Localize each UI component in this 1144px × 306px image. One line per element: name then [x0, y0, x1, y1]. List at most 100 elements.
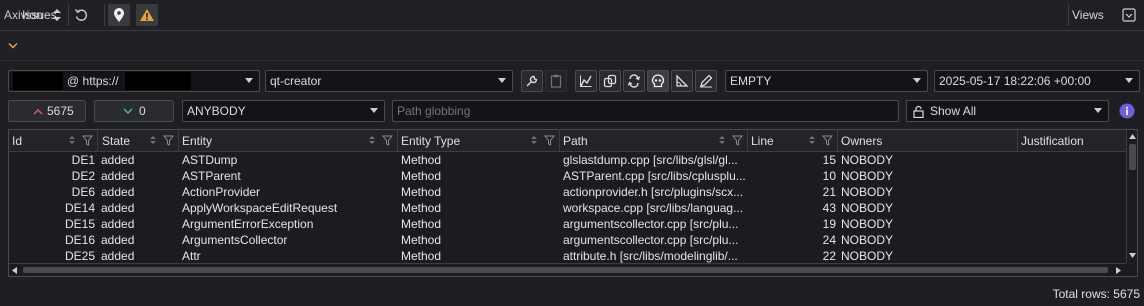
date-select[interactable]: 2025-05-17 18:22:06 +00:00 [934, 70, 1140, 92]
owner-select-label: ANYBODY [187, 104, 246, 118]
chevron-down-icon [245, 78, 253, 83]
info-icon [1119, 103, 1135, 119]
cell-owners: NOBODY [841, 249, 894, 263]
cell-entity: ASTDump [182, 153, 238, 167]
clipboard-icon [550, 74, 562, 88]
path-globbing-input[interactable] [392, 100, 899, 122]
table-row[interactable]: DE15 added ArgumentErrorException Method arg… [9, 216, 1126, 232]
sort-arrows-icon[interactable] [808, 135, 816, 145]
cell-entity-type: Method [401, 233, 442, 247]
cell-owners: NOBODY [841, 233, 894, 247]
cell-id: DE25 [64, 249, 95, 263]
vertical-scroll-thumb[interactable] [1129, 144, 1136, 170]
column-header-owners[interactable]: Owners [838, 130, 1018, 151]
tool-settings-button[interactable] [521, 70, 543, 92]
reload-button[interactable] [72, 6, 90, 24]
duplicate-button[interactable] [599, 70, 621, 92]
cell-entity: Attr [182, 249, 201, 263]
cell-entity-type: Method [401, 153, 442, 167]
chevron-down-icon [1094, 108, 1102, 113]
chevron-down-icon[interactable] [8, 42, 18, 50]
scroll-left-arrow-icon[interactable] [12, 267, 17, 274]
cell-owners: NOBODY [841, 217, 894, 231]
vertical-scrollbar[interactable] [1126, 130, 1137, 263]
total-rows-status: Total rows: 5675 [1052, 287, 1140, 301]
column-header-state[interactable]: State [98, 130, 179, 151]
top-toolbar [0, 0, 1144, 31]
chevron-down-icon [913, 78, 921, 83]
cell-entity: ApplyWorkspaceEditRequest [182, 201, 338, 215]
filter-funnel-icon[interactable] [544, 135, 555, 146]
table-row[interactable]: DE1 added ASTDump Method glslastdump.cpp [sr… [9, 152, 1126, 168]
column-header-line[interactable]: Line [748, 130, 838, 151]
cell-id: DE2 [71, 169, 95, 183]
project-select-label: qt-creator [270, 74, 322, 88]
cell-path: glslastdump.cpp [src/libs/glsl/gl... [563, 153, 738, 167]
column-header-path[interactable]: Path [560, 130, 748, 151]
chevron-down-icon [498, 78, 506, 83]
angle-ruler-icon [676, 74, 689, 87]
cell-state: added [101, 217, 135, 231]
version-select-label: EMPTY [730, 74, 772, 88]
copy-button[interactable] [545, 70, 567, 92]
trend-button[interactable] [575, 70, 597, 92]
table-row[interactable]: DE25 added Attr Method attribute.h [src/libs… [9, 248, 1126, 264]
added-issues-counter[interactable]: 5675 [8, 100, 86, 122]
table-row[interactable]: DE6 added ActionProvider Method actionprovid… [9, 184, 1126, 200]
toolbar-separator [104, 4, 105, 26]
cell-entity-type: Method [401, 185, 442, 199]
filter-funnel-icon[interactable] [163, 135, 174, 146]
sort-arrows-icon[interactable] [718, 135, 726, 145]
toolbar-separator [1068, 4, 1069, 26]
date-select-label: 2025-05-17 18:22:06 +00:00 [939, 74, 1091, 88]
show-select[interactable]: Show All [906, 100, 1109, 122]
column-header-entity-type[interactable]: Entity Type [398, 130, 560, 151]
location-button[interactable] [108, 4, 130, 26]
sort-arrows-icon[interactable] [149, 135, 157, 145]
info-button[interactable] [1118, 102, 1136, 120]
removed-issues-counter[interactable]: 0 [94, 100, 174, 122]
horizontal-scroll-thumb[interactable] [23, 267, 1108, 273]
version-select[interactable]: EMPTY [725, 70, 928, 92]
filter-funnel-icon[interactable] [822, 135, 833, 146]
cell-state: added [101, 185, 135, 199]
filter-funnel-icon[interactable] [82, 135, 93, 146]
cell-owners: NOBODY [841, 185, 894, 199]
cell-entity-type: Method [401, 249, 442, 263]
cell-id: DE15 [64, 217, 95, 231]
warnings-button[interactable] [136, 4, 158, 26]
cycle-button[interactable] [623, 70, 645, 92]
table-row[interactable]: DE16 added ArgumentsCollector Method argumen… [9, 232, 1126, 248]
filter-funnel-icon[interactable] [732, 135, 743, 146]
scroll-up-arrow-icon[interactable] [1129, 134, 1136, 139]
column-header-entity[interactable]: Entity [179, 130, 398, 151]
scroll-down-arrow-icon[interactable] [1129, 253, 1136, 258]
cell-entity: ActionProvider [182, 185, 261, 199]
cell-state: added [101, 233, 135, 247]
project-select[interactable]: qt-creator [265, 70, 513, 92]
cell-path: attribute.h [src/libs/modelinglib/... [563, 249, 738, 263]
metrics-button[interactable] [671, 70, 693, 92]
panel-toggle-icon [1122, 8, 1136, 22]
toggle-panel-button[interactable] [1121, 7, 1137, 23]
scroll-right-arrow-icon[interactable] [1116, 267, 1121, 274]
owner-select[interactable]: ANYBODY [182, 100, 385, 122]
style-violations-button[interactable] [695, 70, 717, 92]
dashboard-select[interactable]: @ https:// [8, 70, 260, 92]
cell-owners: NOBODY [841, 201, 894, 215]
column-header-id[interactable]: Id [9, 130, 98, 151]
column-header-justification[interactable]: Justification [1018, 130, 1126, 151]
sort-arrows-icon[interactable] [530, 135, 538, 145]
sort-arrows-icon[interactable] [368, 135, 376, 145]
cell-line: 10 [822, 169, 836, 183]
removed-count: 0 [139, 104, 146, 118]
views-button[interactable]: Views [1072, 6, 1104, 24]
horizontal-scrollbar[interactable] [9, 263, 1126, 276]
issues-table: Id State Entity Entity Type Path Line Ow… [8, 129, 1138, 277]
filter-funnel-icon[interactable] [382, 135, 393, 146]
table-row[interactable]: DE2 added ASTParent Method ASTParent.cpp [sr… [9, 168, 1126, 184]
chevron-down-icon [123, 107, 133, 114]
dead-code-button[interactable] [647, 70, 669, 92]
sort-arrows-icon[interactable] [68, 135, 76, 145]
table-row[interactable]: DE14 added ApplyWorkspaceEditRequest Method… [9, 200, 1126, 216]
